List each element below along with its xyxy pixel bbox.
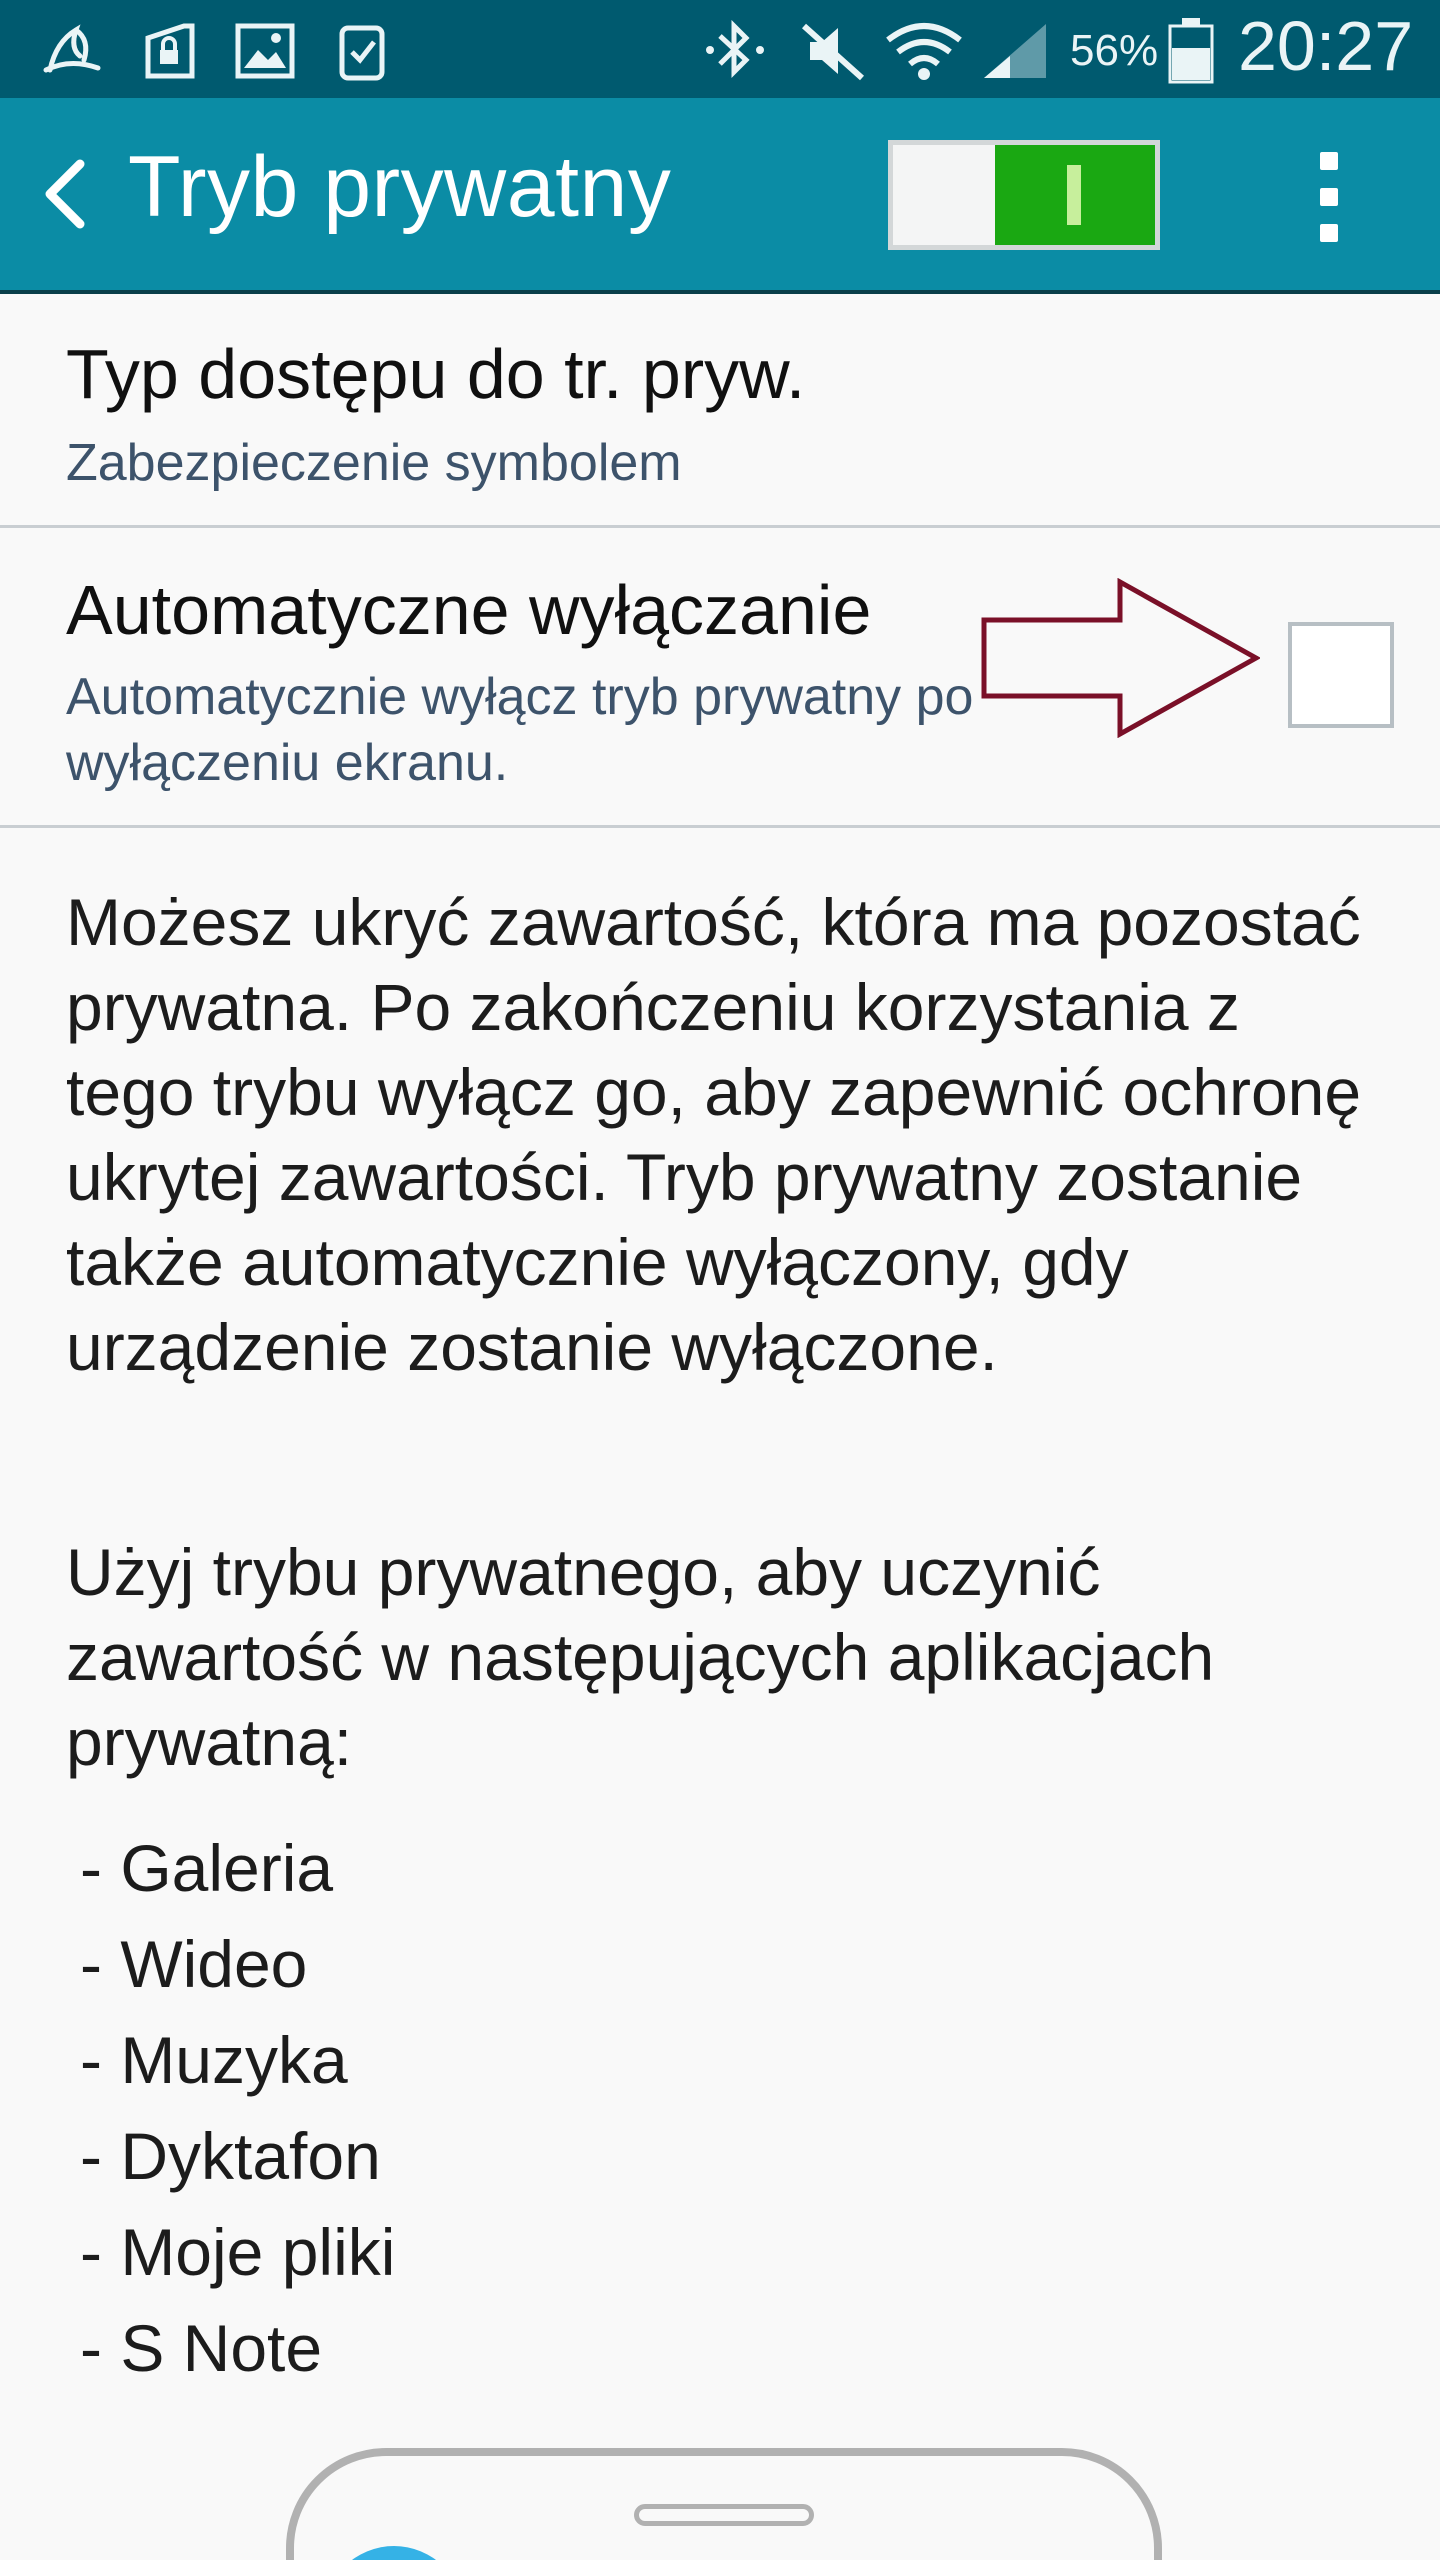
app-circle-icon xyxy=(324,2546,464,2560)
battery-icon xyxy=(1168,18,1214,84)
bluetooth-icon xyxy=(706,20,764,79)
setting-auto-off[interactable]: Automatyczne wyłączanie Automatycznie wy… xyxy=(0,528,1440,828)
image-notification-icon xyxy=(235,23,295,79)
info-paragraph-1: Możesz ukryć zawartość, która ma pozosta… xyxy=(66,885,1362,1384)
list-item: - S Note xyxy=(80,2311,323,2385)
private-mode-switch[interactable] xyxy=(888,140,1160,250)
app-list: - Galeria - Wideo - Muzyka - Dyktafon - … xyxy=(80,1820,395,2396)
auto-off-checkbox[interactable] xyxy=(1288,622,1394,728)
phone-illustration xyxy=(286,2448,1162,2560)
setting-title: Typ dostępu do tr. pryw. xyxy=(66,335,806,413)
bird-notification-icon xyxy=(43,24,101,73)
setting-subtitle: Automatycznie wyłącz tryb prywatny po wy… xyxy=(66,668,974,792)
setting-title: Automatyczne wyłączanie xyxy=(66,571,872,649)
wifi-icon xyxy=(886,23,962,80)
battery-percent: 56% xyxy=(1070,26,1159,75)
back-button[interactable] xyxy=(22,148,112,240)
checklist-notification-icon xyxy=(339,25,385,81)
list-item: - Muzyka xyxy=(80,2023,348,2097)
phone-speaker xyxy=(634,2504,814,2526)
signal-icon xyxy=(984,24,1046,78)
screen: 56% 20:27 Tryb prywatny Typ dostępu do t… xyxy=(0,0,1440,2560)
page-title: Tryb prywatny xyxy=(128,139,672,235)
annotation-arrow xyxy=(981,578,1260,738)
clock: 20:27 xyxy=(1238,7,1414,85)
info-paragraph-2: Użyj trybu prywatnego, aby uczynić zawar… xyxy=(66,1535,1215,1779)
status-bar: 56% 20:27 xyxy=(0,0,1440,98)
mute-icon xyxy=(801,23,865,81)
action-bar: Tryb prywatny xyxy=(0,98,1440,294)
list-item: - Dyktafon xyxy=(80,2119,381,2193)
setting-access-type[interactable]: Typ dostępu do tr. pryw. Zabezpieczenie … xyxy=(0,292,1440,528)
list-item: - Galeria xyxy=(80,1831,334,1905)
switch-on-mark xyxy=(1067,165,1081,225)
overflow-menu-button[interactable] xyxy=(1300,146,1360,246)
setting-subtitle: Zabezpieczenie symbolem xyxy=(66,434,682,492)
switch-thumb xyxy=(995,145,1155,245)
lock-notification-icon xyxy=(145,23,195,79)
list-item: - Wideo xyxy=(80,1927,308,2001)
list-item: - Moje pliki xyxy=(80,2215,396,2289)
